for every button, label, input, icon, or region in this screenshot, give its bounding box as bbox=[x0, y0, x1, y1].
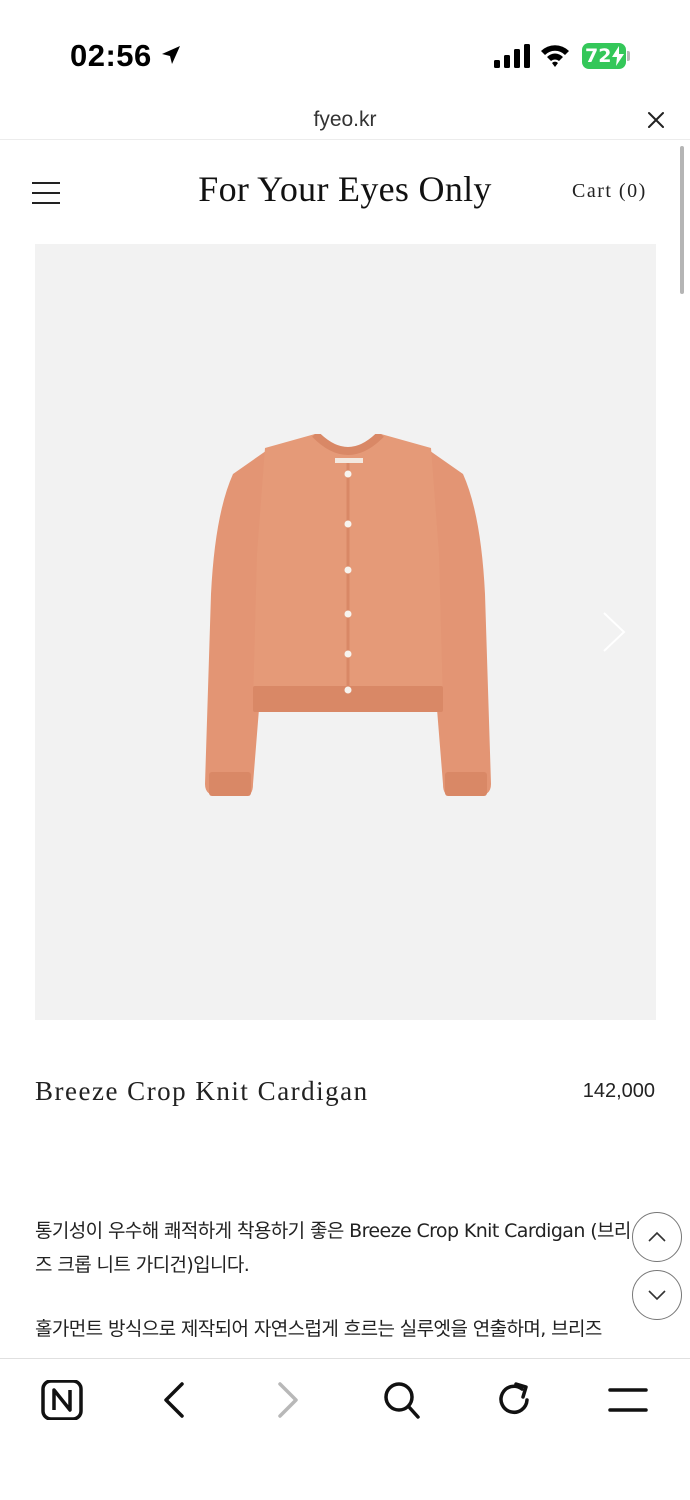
url-bar[interactable]: fyeo.kr bbox=[0, 100, 690, 140]
search-icon[interactable] bbox=[380, 1380, 424, 1420]
battery-charging-icon: 72 bbox=[582, 43, 630, 69]
product-price: 142,000 bbox=[582, 1080, 655, 1102]
cart-link[interactable]: Cart (0) bbox=[572, 180, 647, 203]
product-image[interactable] bbox=[35, 244, 656, 1020]
scroll-up-button[interactable] bbox=[632, 1212, 682, 1262]
browser-toolbar bbox=[0, 1358, 690, 1500]
menu-icon[interactable] bbox=[606, 1380, 650, 1420]
next-image-arrow-icon[interactable] bbox=[601, 610, 627, 654]
description-paragraph: 홀가먼트 방식으로 제작되어 자연스럽게 흐르는 실루엣을 연출하며, 브리즈 bbox=[35, 1318, 602, 1340]
product-description: 통기성이 우수해 쾌적하게 착용하기 좋은 Breeze Crop Knit C… bbox=[35, 1214, 635, 1346]
chevron-down-icon bbox=[648, 1290, 666, 1301]
page-scrollbar[interactable] bbox=[680, 146, 684, 294]
signal-icon bbox=[494, 44, 530, 68]
location-arrow-icon bbox=[162, 46, 180, 64]
status-time: 02:56 bbox=[70, 38, 152, 73]
product-title: Breeze Crop Knit Cardigan bbox=[35, 1076, 369, 1106]
back-icon[interactable] bbox=[152, 1380, 196, 1420]
scroll-down-button[interactable] bbox=[632, 1270, 682, 1320]
status-bar: 02:56 72 bbox=[0, 0, 690, 100]
naver-home-icon[interactable] bbox=[40, 1380, 84, 1420]
forward-icon[interactable] bbox=[266, 1380, 310, 1420]
battery-level: 72 bbox=[585, 45, 612, 67]
close-icon[interactable] bbox=[646, 110, 666, 130]
battery-tip bbox=[627, 51, 630, 61]
url-text[interactable]: fyeo.kr bbox=[0, 108, 690, 132]
reload-icon[interactable] bbox=[493, 1380, 537, 1420]
description-paragraph: 통기성이 우수해 쾌적하게 착용하기 좋은 Breeze Crop Knit C… bbox=[35, 1220, 631, 1276]
chevron-up-icon bbox=[648, 1231, 666, 1242]
charging-bolt-icon bbox=[612, 46, 624, 66]
cardigan-image bbox=[205, 434, 491, 796]
wifi-icon bbox=[541, 45, 569, 67]
